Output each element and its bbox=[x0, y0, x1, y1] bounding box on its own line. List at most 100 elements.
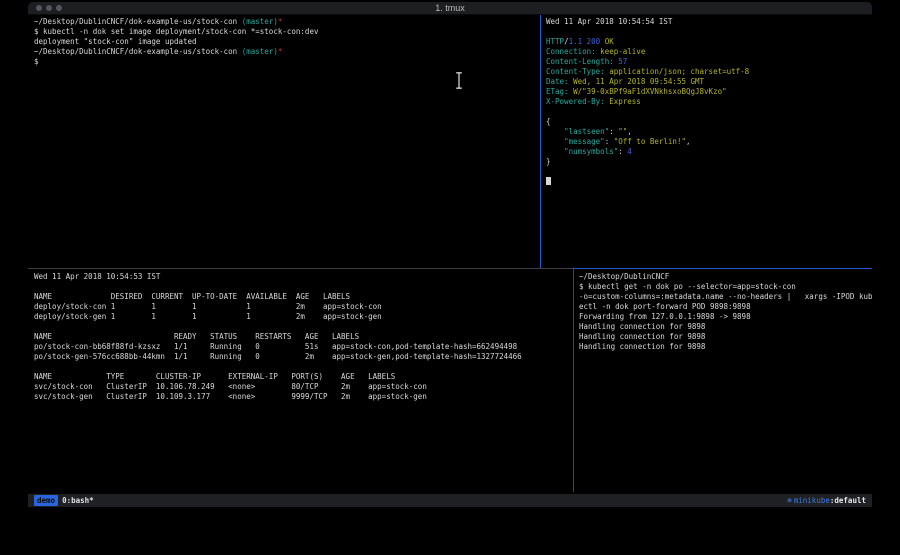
terminal-line bbox=[546, 27, 872, 37]
terminal-line: "message": "Off to Berlin!", bbox=[546, 137, 872, 147]
terminal-line bbox=[546, 107, 872, 117]
terminal-line: ~/Desktop/DublinCNCF/dok-example-us/stoc… bbox=[34, 17, 540, 27]
pane-bottom-right-port-forward[interactable]: ~/Desktop/DublinCNCF$ kubectl get -n dok… bbox=[574, 269, 872, 492]
text-segment bbox=[546, 137, 564, 146]
pane-top-left-shell[interactable]: ~/Desktop/DublinCNCF/dok-example-us/stoc… bbox=[28, 15, 540, 268]
window-title: 1. tmux bbox=[28, 2, 872, 15]
terminal-line: Handling connection for 9898 bbox=[579, 332, 872, 342]
terminal-line: Wed 11 Apr 2018 10:54:53 IST bbox=[34, 272, 573, 282]
terminal-line: Content-Length: 57 bbox=[546, 57, 872, 67]
kube-namespace: :default bbox=[830, 496, 866, 505]
text-segment: ectl -n dok port-forward POD 9898:9898 bbox=[579, 302, 751, 311]
text-segment: 57 bbox=[614, 57, 628, 66]
terminal-line: Handling connection for 9898 bbox=[579, 342, 872, 352]
text-segment bbox=[546, 127, 564, 136]
traffic-lights bbox=[36, 5, 62, 11]
text-segment: (master) bbox=[237, 47, 278, 56]
text-segment bbox=[546, 147, 564, 156]
text-segment: "numsymbols" bbox=[564, 147, 618, 156]
pane-top-right-http-response[interactable]: Wed 11 Apr 2018 10:54:54 IST HTTP/1.1 200… bbox=[541, 15, 872, 268]
text-segment: ~/Desktop/DublinCNCF/dok-example-us/stoc… bbox=[34, 17, 237, 26]
text-segment: OK bbox=[600, 37, 614, 46]
terminal-line: $ kubectl -n dok set image deployment/st… bbox=[34, 27, 540, 37]
text-segment: * bbox=[278, 47, 283, 56]
terminal-line: po/stock-gen-576cc688bb-44kmn 1/1 Runnin… bbox=[34, 352, 573, 362]
text-segment: { bbox=[546, 117, 551, 126]
text-segment: $ kubectl -n dok set image deployment/st… bbox=[34, 27, 318, 36]
terminal-line: ectl -n dok port-forward POD 9898:9898 bbox=[579, 302, 872, 312]
text-segment: "" bbox=[618, 127, 627, 136]
maximize-button[interactable] bbox=[56, 5, 62, 11]
terminal-line: svc/stock-con ClusterIP 10.106.78.249 <n… bbox=[34, 382, 573, 392]
text-segment: Handling connection for 9898 bbox=[579, 342, 705, 351]
terminal-line: HTTP/1.1 200 OK bbox=[546, 37, 872, 47]
text-segment: } bbox=[546, 157, 551, 166]
terminal-line bbox=[34, 282, 573, 292]
terminal-line: po/stock-con-bb68f88fd-kzsxz 1/1 Running… bbox=[34, 342, 573, 352]
mouse-ibeam-cursor bbox=[455, 72, 463, 89]
tmux-session: ~/Desktop/DublinCNCF/dok-example-us/stoc… bbox=[28, 15, 872, 494]
terminal-line: NAME DESIRED CURRENT UP-TO-DATE AVAILABL… bbox=[34, 292, 573, 302]
status-bar-right: ☸ minikube :default bbox=[787, 496, 866, 505]
text-segment: * bbox=[278, 17, 283, 26]
terminal-line: -o=custom-columns=:metadata.name --no-he… bbox=[579, 292, 872, 302]
kube-context-name: minikube bbox=[794, 496, 830, 505]
text-segment: ETag: bbox=[546, 87, 569, 96]
terminal-line: } bbox=[546, 157, 872, 167]
close-button[interactable] bbox=[36, 5, 42, 11]
terminal-line bbox=[34, 322, 573, 332]
terminal-window: 1. tmux ~/Desktop/DublinCNCF/dok-example… bbox=[28, 2, 872, 505]
terminal-line: Date: Wed, 11 Apr 2018 09:54:55 GMT bbox=[546, 77, 872, 87]
text-segment: X-Powered-By: bbox=[546, 97, 605, 106]
text-segment: , bbox=[686, 137, 691, 146]
text-segment: HTTP bbox=[546, 37, 564, 46]
text-segment: ~/Desktop/DublinCNCF/dok-example-us/stoc… bbox=[34, 47, 237, 56]
terminal-line: deployment "stock-con" image updated bbox=[34, 37, 540, 47]
text-segment: , bbox=[627, 127, 632, 136]
text-segment: : bbox=[605, 137, 614, 146]
kubernetes-helm-icon: ☸ bbox=[787, 496, 792, 505]
terminal-line: deploy/stock-con 1 1 1 1 2m app=stock-co… bbox=[34, 302, 573, 312]
text-segment: ~/Desktop/DublinCNCF bbox=[579, 272, 669, 281]
text-segment: "Off to Berlin!" bbox=[614, 137, 686, 146]
text-segment: -o=custom-columns=:metadata.name --no-he… bbox=[579, 292, 872, 301]
text-segment: : bbox=[609, 127, 618, 136]
text-segment: deploy/stock-gen 1 1 1 1 2m app=stock-ge… bbox=[34, 312, 382, 321]
terminal-line: NAME TYPE CLUSTER-IP EXTERNAL-IP PORT(S)… bbox=[34, 372, 573, 382]
text-segment: (master) bbox=[237, 17, 278, 26]
text-segment: W/"39-0xBPf9aF1dXVNkhsxoBQgJ8vKzo" bbox=[569, 87, 727, 96]
text-segment: "message" bbox=[564, 137, 605, 146]
tmux-status-bar: demo 0:bash* ☸ minikube :default bbox=[28, 494, 872, 507]
text-segment: Date: bbox=[546, 77, 569, 86]
text-segment: svc/stock-con ClusterIP 10.106.78.249 <n… bbox=[34, 382, 427, 391]
text-segment: NAME READY STATUS RESTARTS AGE LABELS bbox=[34, 332, 359, 341]
terminal-line bbox=[546, 167, 872, 177]
text-segment: Forwarding from 127.0.0.1:9898 -> 9898 bbox=[579, 312, 751, 321]
window-tab-bash[interactable]: 0:bash* bbox=[62, 496, 94, 505]
text-segment: Content-Type: bbox=[546, 67, 605, 76]
terminal-line bbox=[546, 177, 872, 187]
terminal-line: Connection: keep-alive bbox=[546, 47, 872, 57]
text-segment: NAME DESIRED CURRENT UP-TO-DATE AVAILABL… bbox=[34, 292, 350, 301]
pane-bottom-left-kubectl-watch[interactable]: Wed 11 Apr 2018 10:54:53 IST NAME DESIRED… bbox=[28, 269, 573, 492]
text-segment: Handling connection for 9898 bbox=[579, 332, 705, 341]
terminal-line: deploy/stock-gen 1 1 1 1 2m app=stock-ge… bbox=[34, 312, 573, 322]
terminal-line: ~/Desktop/DublinCNCF/dok-example-us/stoc… bbox=[34, 47, 540, 57]
minimize-button[interactable] bbox=[46, 5, 52, 11]
terminal-line: "numsymbols": 4 bbox=[546, 147, 872, 157]
terminal-line: "lastseen": "", bbox=[546, 127, 872, 137]
text-segment: Express bbox=[605, 97, 641, 106]
terminal-line: X-Powered-By: Express bbox=[546, 97, 872, 107]
text-segment: Wed 11 Apr 2018 10:54:54 IST bbox=[546, 17, 672, 26]
terminal-line: ETag: W/"39-0xBPf9aF1dXVNkhsxoBQgJ8vKzo" bbox=[546, 87, 872, 97]
terminal-line bbox=[34, 362, 573, 372]
text-cursor-block bbox=[546, 177, 551, 185]
text-segment: "lastseen" bbox=[564, 127, 609, 136]
text-segment: Handling connection for 9898 bbox=[579, 322, 705, 331]
text-segment: 4 bbox=[627, 147, 632, 156]
text-segment: $ kubectl get -n dok po --selector=app=s… bbox=[579, 282, 796, 291]
text-segment: Wed 11 Apr 2018 10:54:53 IST bbox=[34, 272, 160, 281]
text-segment: : bbox=[618, 147, 627, 156]
terminal-line: Handling connection for 9898 bbox=[579, 322, 872, 332]
terminal-line: NAME READY STATUS RESTARTS AGE LABELS bbox=[34, 332, 573, 342]
